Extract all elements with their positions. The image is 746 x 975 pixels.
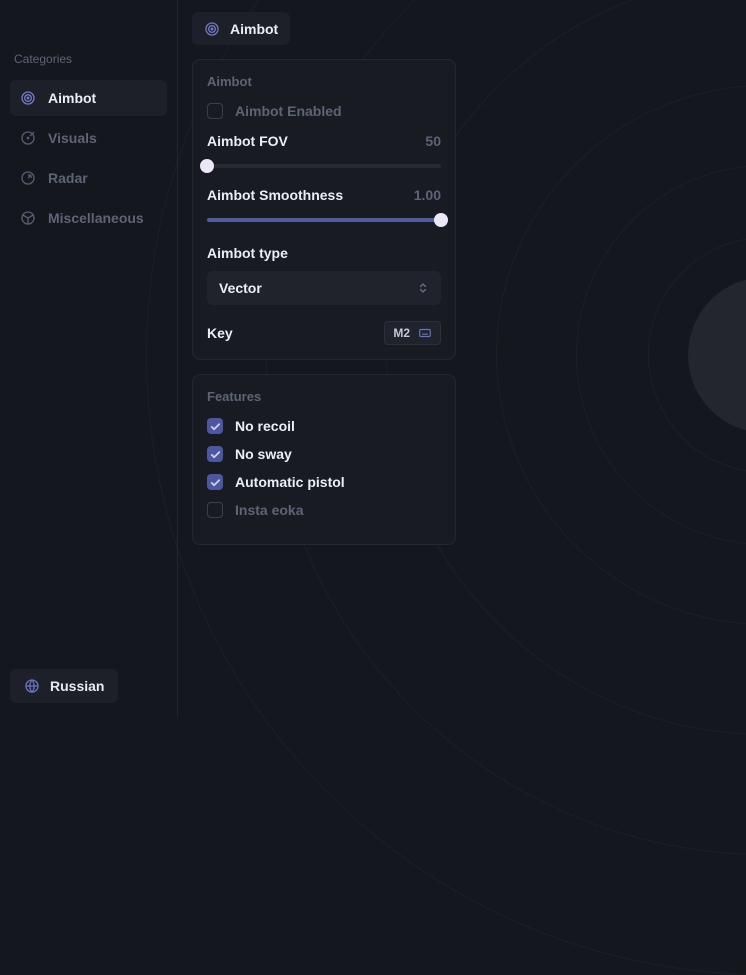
checkbox-icon: [207, 103, 223, 119]
aimbot-panel: Aimbot Aimbot Enabled Aimbot FOV 50 Aimb…: [192, 59, 456, 360]
language-button-label: Russian: [50, 678, 104, 694]
sidebar: Categories Aimbot Visuals Radar: [0, 0, 178, 717]
active-category-label: Aimbot: [230, 21, 278, 37]
key-binding-value: M2: [393, 326, 410, 340]
aimbot-enabled-checkbox[interactable]: Aimbot Enabled: [207, 103, 441, 119]
globe-icon: [24, 678, 40, 694]
slider-thumb[interactable]: [200, 159, 214, 173]
sidebar-item-label: Radar: [48, 170, 88, 186]
checkbox-label: Insta eoka: [235, 502, 303, 518]
checkbox-icon: [207, 474, 223, 490]
sidebar-item-aimbot[interactable]: Aimbot: [10, 80, 167, 116]
aimbot-type-label: Aimbot type: [207, 245, 288, 261]
selected-option: Vector: [219, 280, 262, 296]
sidebar-item-label: Visuals: [48, 130, 97, 146]
chevron-up-down-icon: [417, 282, 429, 294]
main-content: Aimbot Aimbot Aimbot Enabled Aimbot FOV …: [192, 0, 456, 545]
panel-title: Aimbot: [207, 74, 441, 89]
slider-track: [207, 164, 441, 168]
key-label: Key: [207, 325, 233, 341]
keyboard-icon: [418, 326, 432, 340]
checkbox-label: No recoil: [235, 418, 295, 434]
aimbot-type-select[interactable]: Vector: [207, 271, 441, 305]
sidebar-item-visuals[interactable]: Visuals: [10, 120, 167, 156]
radar-icon: [20, 170, 36, 186]
fov-slider[interactable]: [207, 159, 441, 173]
checkbox-label: Aimbot Enabled: [235, 103, 342, 119]
smoothness-label: Aimbot Smoothness: [207, 187, 343, 203]
checkbox-label: No sway: [235, 446, 292, 462]
target-icon: [20, 90, 36, 106]
slider-thumb[interactable]: [434, 213, 448, 227]
panel-title: Features: [207, 389, 441, 404]
sidebar-item-label: Miscellaneous: [48, 210, 144, 226]
smoothness-slider[interactable]: [207, 213, 441, 227]
features-panel: Features No recoil No sway Automatic pis…: [192, 374, 456, 545]
sidebar-item-radar[interactable]: Radar: [10, 160, 167, 196]
active-category-chip: Aimbot: [192, 12, 290, 45]
misc-icon: [20, 210, 36, 226]
checkbox-icon: [207, 446, 223, 462]
feature-checkbox-no-recoil[interactable]: No recoil: [207, 418, 441, 434]
sidebar-item-miscellaneous[interactable]: Miscellaneous: [10, 200, 167, 236]
fov-label: Aimbot FOV: [207, 133, 288, 149]
eye-icon: [20, 130, 36, 146]
checkbox-icon: [207, 418, 223, 434]
fov-value: 50: [425, 133, 441, 149]
categories-label: Categories: [10, 52, 167, 66]
feature-checkbox-no-sway[interactable]: No sway: [207, 446, 441, 462]
feature-checkbox-automatic-pistol[interactable]: Automatic pistol: [207, 474, 441, 490]
smoothness-value: 1.00: [414, 187, 441, 203]
feature-checkbox-insta-eoka[interactable]: Insta eoka: [207, 502, 441, 518]
slider-fill: [207, 218, 441, 222]
sidebar-item-label: Aimbot: [48, 90, 96, 106]
checkbox-label: Automatic pistol: [235, 474, 345, 490]
key-binding-badge[interactable]: M2: [384, 321, 441, 345]
language-button[interactable]: Russian: [10, 669, 118, 703]
target-icon: [204, 21, 220, 37]
checkbox-icon: [207, 502, 223, 518]
